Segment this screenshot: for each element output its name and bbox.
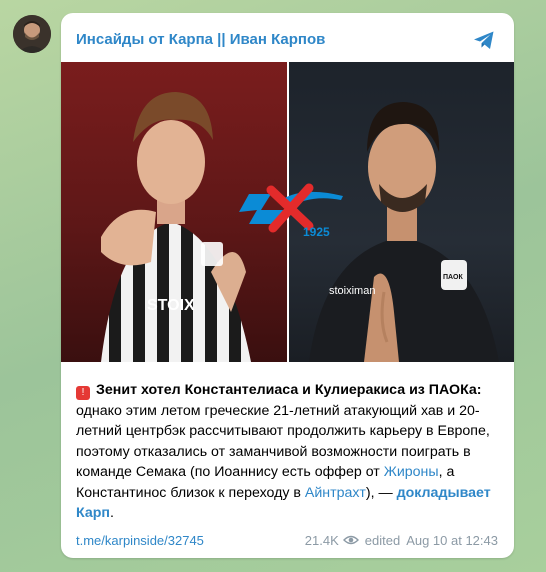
message-bubble: Инсайды от Карпа || Иван Карпов STOIX ПА… (61, 13, 514, 558)
eye-icon (342, 535, 359, 545)
link-eintracht[interactable]: Айнтрахт (305, 485, 366, 501)
post-text: ! Зенит хотел Константелиаса и Кулиеракис… (76, 380, 501, 524)
post-headline: Зенит хотел Константелиаса и Кулиеракиса… (96, 382, 482, 398)
zenit-logo-icon: 1925 (239, 183, 343, 239)
siren-icon: ! (76, 386, 90, 400)
message-meta: 21.4K edited Aug 10 at 12:43 (305, 533, 498, 548)
post-permalink[interactable]: t.me/karpinside/32745 (76, 533, 204, 548)
link-girona[interactable]: Жироны (384, 464, 439, 480)
telegram-share-icon[interactable] (472, 28, 496, 52)
message-footer: t.me/karpinside/32745 21.4K edited Aug 1… (76, 531, 498, 549)
channel-title[interactable]: Инсайды от Карпа || Иван Карпов (76, 31, 325, 48)
left-shirt-text: STOIX (147, 297, 195, 314)
message-date: Aug 10 at 12:43 (406, 532, 498, 548)
edited-label: edited (364, 532, 401, 548)
post-media[interactable]: STOIX ПАОК stoiximan 1925 (61, 62, 514, 375)
post-body-3: ), — (365, 484, 397, 501)
view-count-value: 21.4K (304, 532, 339, 548)
view-count: 21.4K (305, 533, 359, 548)
logo-year: 1925 (303, 225, 330, 239)
channel-avatar[interactable] (13, 15, 51, 53)
right-crest-text: ПАОК (443, 274, 463, 281)
post-body-end: . (109, 505, 114, 521)
right-sponsor-text: stoiximan (329, 285, 375, 297)
